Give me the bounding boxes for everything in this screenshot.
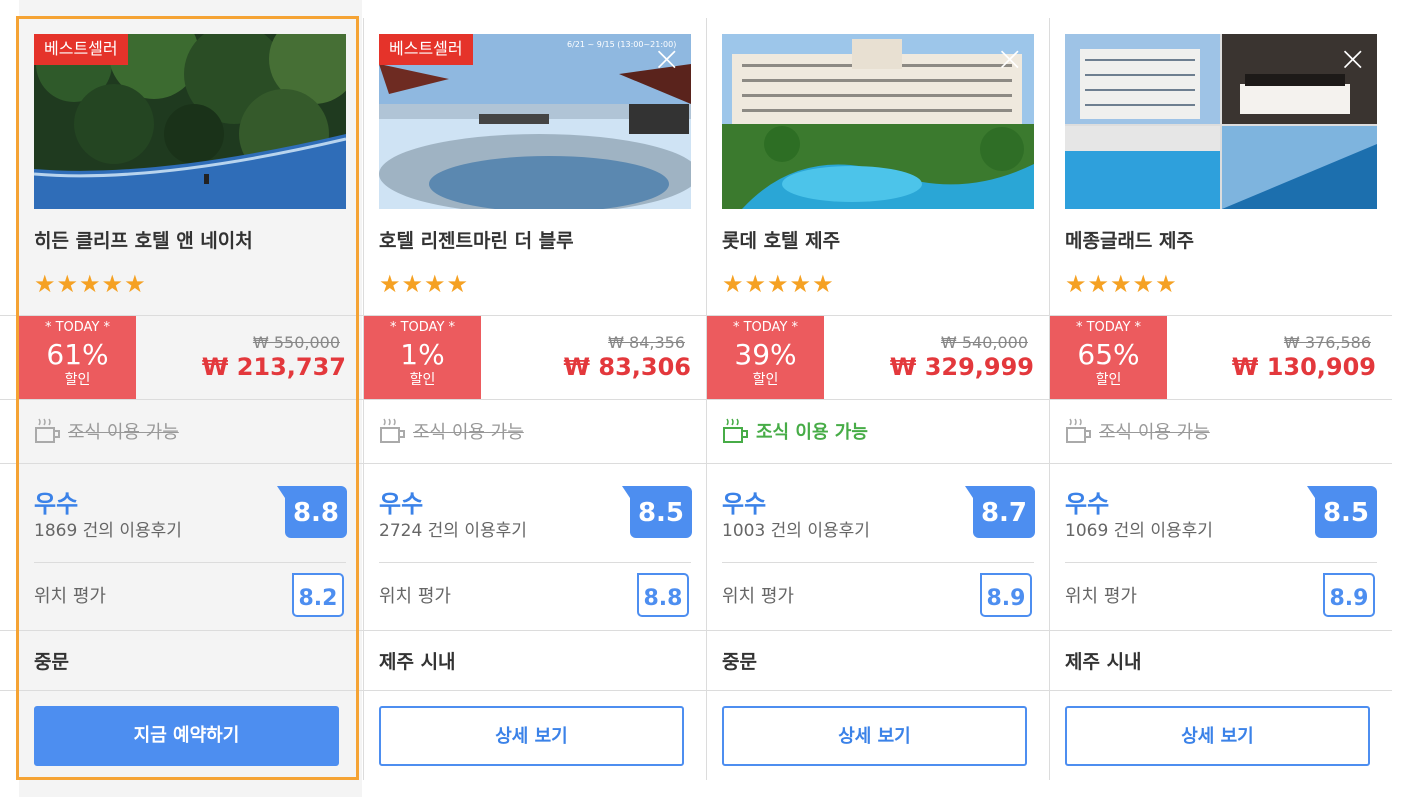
discount-percent: 39%	[734, 338, 797, 371]
breakfast-info: 조식 이용 가능	[1065, 416, 1210, 446]
review-grade: 우수	[1065, 490, 1110, 518]
discount-unit: 할인	[409, 372, 436, 388]
hotel-image[interactable]: ×	[722, 34, 1034, 209]
star-rating: ★★★★★	[722, 270, 835, 298]
location-score-badge: 8.2	[292, 573, 344, 617]
review-score-badge: 8.5	[622, 486, 692, 538]
original-price: ₩ 376,586	[1283, 333, 1371, 352]
hotel-name[interactable]: 메종글래드 제주	[1065, 226, 1194, 253]
location-rating-label: 위치 평가	[34, 586, 106, 607]
review-count[interactable]: 1003 건의 이용후기	[722, 516, 870, 541]
row-divider	[0, 399, 1392, 400]
view-details-button[interactable]: 상세 보기	[722, 706, 1027, 766]
review-grade: 우수	[722, 490, 767, 518]
score-divider	[379, 562, 691, 563]
score-divider	[722, 562, 1034, 563]
breakfast-label: 조식 이용 가능	[1099, 422, 1210, 443]
hotel-image[interactable]: 6/21 ~ 9/15 (13:00~21:00) 베스트셀러 ×	[379, 34, 691, 209]
discount-unit: 할인	[64, 372, 91, 388]
breakfast-info: 조식 이용 가능	[379, 416, 524, 446]
star-rating: ★★★★★	[1065, 270, 1178, 298]
discount-percent: 1%	[400, 338, 445, 371]
location-rating-label: 위치 평가	[379, 586, 451, 607]
column-divider	[706, 18, 707, 780]
discount-percent: 65%	[1077, 338, 1140, 371]
star-rating: ★★★★	[379, 270, 470, 298]
discount-percent: 61%	[46, 338, 109, 371]
score-divider	[1065, 562, 1377, 563]
coffee-cup-icon	[1066, 418, 1091, 443]
score-divider	[34, 562, 346, 563]
breakfast-label: 조식 이용 가능	[756, 422, 868, 443]
review-grade: 우수	[34, 490, 79, 518]
review-count[interactable]: 1869 건의 이용후기	[34, 516, 182, 541]
coffee-cup-icon	[380, 418, 405, 443]
bestseller-badge: 베스트셀러	[379, 34, 473, 65]
coffee-cup-icon	[35, 418, 60, 443]
resort-pool-image	[722, 34, 1034, 209]
view-details-button[interactable]: 상세 보기	[379, 706, 684, 766]
review-score-badge: 8.5	[1307, 486, 1377, 538]
breakfast-info: 조식 이용 가능	[34, 416, 179, 446]
review-score-badge: 8.8	[277, 486, 347, 538]
coffee-cup-icon	[723, 418, 748, 443]
discount-unit: 할인	[1095, 372, 1122, 388]
sale-price: ₩ 130,909	[1231, 353, 1376, 381]
location-rating-label: 위치 평가	[722, 586, 794, 607]
hotel-area: 중문	[34, 651, 69, 673]
hotel-area: 제주 시내	[1065, 651, 1142, 673]
bestseller-badge: 베스트셀러	[34, 34, 128, 65]
review-count[interactable]: 1069 건의 이용후기	[1065, 516, 1213, 541]
today-label: * TODAY *	[732, 320, 799, 335]
hotel-collage-image	[1065, 34, 1377, 209]
hotel-comparison-grid: 베스트셀러 히든 클리프 호텔 앤 네이처 ★★★★★ * TODAY * 61…	[0, 0, 1405, 797]
today-label: * TODAY *	[1075, 320, 1142, 335]
column-divider	[1049, 18, 1050, 780]
row-divider	[0, 630, 1392, 631]
hotel-name[interactable]: 롯데 호텔 제주	[722, 226, 840, 253]
remove-hotel-close-icon[interactable]: ×	[1339, 42, 1368, 76]
sale-price: ₩ 83,306	[563, 353, 691, 381]
review-grade: 우수	[379, 490, 424, 518]
review-count[interactable]: 2724 건의 이용후기	[379, 516, 527, 541]
column-divider	[363, 18, 364, 780]
location-score-badge: 8.9	[1323, 573, 1375, 617]
view-details-button[interactable]: 상세 보기	[1065, 706, 1370, 766]
location-score-badge: 8.9	[980, 573, 1032, 617]
hotel-area: 중문	[722, 651, 757, 673]
sale-price: ₩ 329,999	[889, 353, 1034, 381]
hotel-area: 제주 시내	[379, 651, 456, 673]
location-score-badge: 8.8	[637, 573, 689, 617]
star-rating: ★★★★★	[34, 270, 147, 298]
today-label: * TODAY *	[389, 320, 456, 335]
breakfast-label: 조식 이용 가능	[413, 422, 524, 443]
hotel-name[interactable]: 호텔 리젠트마린 더 블루	[379, 226, 574, 253]
review-score-badge: 8.7	[965, 486, 1035, 538]
today-discount-box: * TODAY * 65% 할인	[1050, 316, 1167, 399]
row-divider	[0, 690, 1392, 691]
row-divider	[0, 315, 1392, 316]
row-divider	[0, 463, 1392, 464]
remove-hotel-close-icon[interactable]: ×	[996, 42, 1025, 76]
location-rating-label: 위치 평가	[1065, 586, 1137, 607]
breakfast-label: 조식 이용 가능	[68, 422, 179, 443]
discount-unit: 할인	[752, 372, 779, 388]
today-discount-box: * TODAY * 61% 할인	[19, 316, 136, 399]
remove-hotel-close-icon[interactable]: ×	[653, 42, 682, 76]
original-price: ₩ 550,000	[252, 333, 340, 352]
sale-price: ₩ 213,737	[201, 353, 346, 381]
today-discount-box: * TODAY * 1% 할인	[364, 316, 481, 399]
hotel-image[interactable]: ×	[1065, 34, 1377, 209]
today-discount-box: * TODAY * 39% 할인	[707, 316, 824, 399]
original-price: ₩ 540,000	[940, 333, 1028, 352]
breakfast-info: 조식 이용 가능	[722, 416, 868, 446]
hotel-name[interactable]: 히든 클리프 호텔 앤 네이처	[34, 226, 253, 253]
hotel-image[interactable]: 베스트셀러	[34, 34, 346, 209]
book-now-button[interactable]: 지금 예약하기	[34, 706, 339, 766]
original-price: ₩ 84,356	[608, 333, 685, 352]
today-label: * TODAY *	[44, 320, 111, 335]
